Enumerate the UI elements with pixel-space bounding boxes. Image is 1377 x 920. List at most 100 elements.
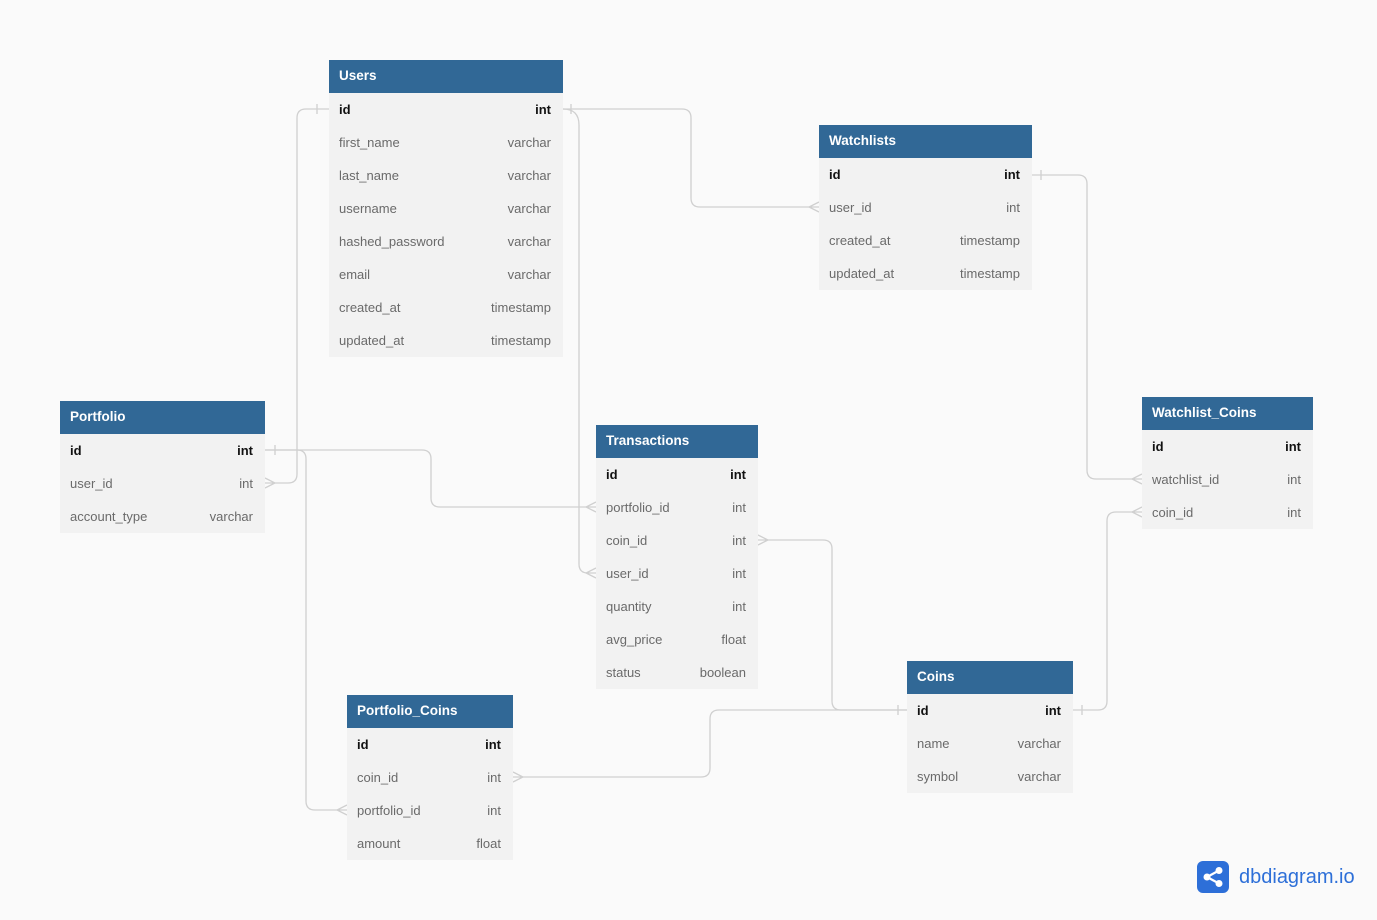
table-row[interactable]: account_type varchar <box>60 500 265 533</box>
table-portfolio-coins[interactable]: Portfolio_Coinsid int coin_id int portfolio_… <box>347 695 513 860</box>
column-type: int <box>1006 200 1020 215</box>
column-type: varchar <box>1017 736 1061 751</box>
column-type: boolean <box>699 665 746 680</box>
link-portfolio-portfoliocoins <box>265 449 348 816</box>
link-users-watchlists <box>563 104 820 213</box>
column-type: varchar <box>507 135 551 150</box>
table-row[interactable]: coin_id int <box>596 524 758 557</box>
link-coins-watchlistcoins <box>1073 506 1143 715</box>
table-row[interactable]: user_id int <box>596 557 758 590</box>
table-header[interactable]: Portfolio <box>60 401 265 434</box>
table-row[interactable]: id int <box>60 434 265 467</box>
column-name: id <box>357 737 369 752</box>
table-row[interactable]: username varchar <box>329 192 563 225</box>
column-name: coin_id <box>606 533 648 548</box>
column-type: timestamp <box>491 300 551 315</box>
table-header[interactable]: Transactions <box>596 425 758 458</box>
table-header[interactable]: Watchlists <box>819 125 1032 158</box>
column-type: varchar <box>507 267 551 282</box>
table-header[interactable]: Coins <box>907 661 1073 694</box>
table-row[interactable]: id int <box>907 694 1073 727</box>
column-type: int <box>1045 703 1061 718</box>
column-name: coin_id <box>357 770 399 785</box>
table-row[interactable]: id int <box>596 458 758 491</box>
column-name: hashed_password <box>339 234 445 249</box>
table-row[interactable]: quantity int <box>596 590 758 623</box>
table-row[interactable]: status boolean <box>596 656 758 689</box>
column-type: int <box>1004 167 1020 182</box>
column-type: varchar <box>209 509 253 524</box>
table-row[interactable]: user_id int <box>819 191 1032 224</box>
table-row[interactable]: updated_at timestamp <box>819 257 1032 290</box>
logo-text: dbdiagram.io <box>1239 865 1355 888</box>
table-coins[interactable]: Coins id int name varchar symbol varchar <box>907 661 1073 793</box>
column-type: int <box>487 770 501 785</box>
table-row[interactable]: amount float <box>347 827 513 860</box>
table-row[interactable]: portfolio_id int <box>596 491 758 524</box>
column-name: quantity <box>606 599 652 614</box>
column-type: int <box>1287 505 1301 520</box>
column-type: varchar <box>507 201 551 216</box>
table-row[interactable]: id int <box>347 728 513 761</box>
table-header[interactable]: Portfolio_Coins <box>347 695 513 728</box>
column-name: updated_at <box>339 333 405 348</box>
table-row[interactable]: created_at timestamp <box>819 224 1032 257</box>
column-type: varchar <box>507 168 551 183</box>
column-type: int <box>732 500 746 515</box>
table-row[interactable]: watchlist_id int <box>1142 463 1313 496</box>
column-name: portfolio_id <box>357 803 421 818</box>
column-type: int <box>535 102 551 117</box>
column-name: created_at <box>829 233 891 248</box>
column-type: int <box>485 737 501 752</box>
link-coins-portfoliocoins <box>512 709 907 783</box>
link-users-portfolio <box>264 104 329 489</box>
table-row[interactable]: id int <box>819 158 1032 191</box>
column-type: int <box>730 467 746 482</box>
column-type: int <box>1287 472 1301 487</box>
column-type: int <box>732 533 746 548</box>
column-name: first_name <box>339 135 400 150</box>
column-name: id <box>339 102 351 117</box>
table-watchlists[interactable]: Watchlists id int user_id int created_at times… <box>819 125 1032 290</box>
table-row[interactable]: coin_id int <box>1142 496 1313 529</box>
table-row[interactable]: portfolio_id int <box>347 794 513 827</box>
dbdiagram-logo[interactable]: dbdiagram.io <box>1197 861 1355 893</box>
table-users[interactable]: Users id int first_name varchar last_name varc… <box>329 60 563 357</box>
table-row[interactable]: name varchar <box>907 727 1073 760</box>
column-name: watchlist_id <box>1152 472 1220 487</box>
column-name: created_at <box>339 300 401 315</box>
column-type: timestamp <box>960 233 1020 248</box>
column-type: timestamp <box>491 333 551 348</box>
table-row[interactable]: avg_price float <box>596 623 758 656</box>
column-name: username <box>339 201 397 216</box>
table-row[interactable]: first_name varchar <box>329 126 563 159</box>
column-name: id <box>829 167 841 182</box>
table-row[interactable]: last_name varchar <box>329 159 563 192</box>
table-row[interactable]: email varchar <box>329 258 563 291</box>
table-row[interactable]: created_at timestamp <box>329 291 563 324</box>
table-row[interactable]: id int <box>1142 430 1313 463</box>
table-header[interactable]: Watchlist_Coins <box>1142 397 1313 430</box>
column-name: user_id <box>606 566 649 581</box>
column-type: int <box>239 476 253 491</box>
column-name: symbol <box>917 769 959 784</box>
table-header[interactable]: Users <box>329 60 563 93</box>
column-name: id <box>70 443 82 458</box>
table-row[interactable]: coin_id int <box>347 761 513 794</box>
table-row[interactable]: id int <box>329 93 563 126</box>
column-name: user_id <box>70 476 113 491</box>
column-type: int <box>237 443 253 458</box>
column-name: id <box>917 703 929 718</box>
table-row[interactable]: user_id int <box>60 467 265 500</box>
column-name: avg_price <box>606 632 663 647</box>
column-name: id <box>1152 439 1164 454</box>
table-row[interactable]: updated_at timestamp <box>329 324 563 357</box>
link-watchlists-watchlistcoins <box>1032 170 1143 485</box>
table-row[interactable]: hashed_password varchar <box>329 225 563 258</box>
table-row[interactable]: symbol varchar <box>907 760 1073 793</box>
column-name: email <box>339 267 371 282</box>
table-watchlist-coins[interactable]: Watchlist_Coins id int watchlist_id int coin_… <box>1142 397 1313 529</box>
table-portfolio[interactable]: Portfolio id int user_id int account_type varc… <box>60 401 265 533</box>
column-type: float <box>721 632 746 647</box>
table-transactions[interactable]: Transactions id int portfolio_id int coin_id i… <box>596 425 758 689</box>
